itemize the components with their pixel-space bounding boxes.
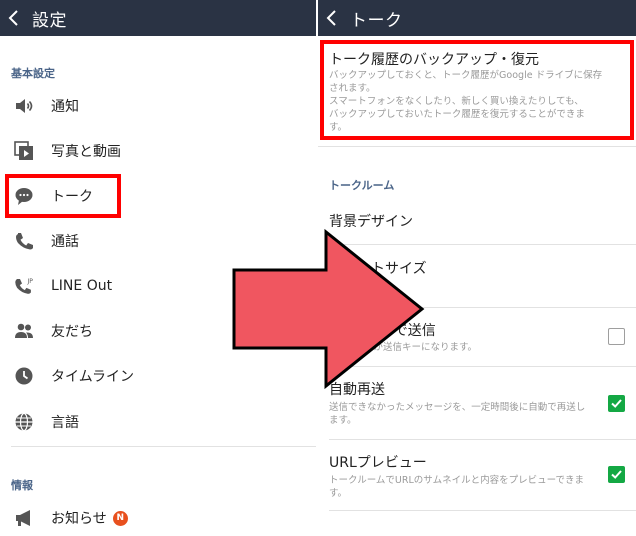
phone-out-icon: JP — [13, 275, 35, 297]
auto-resend-checkbox[interactable] — [608, 395, 625, 412]
section-divider — [318, 146, 636, 147]
enter-to-send-checkbox[interactable] — [608, 328, 625, 345]
section-divider — [11, 446, 316, 447]
section-header-info: 情報 — [11, 479, 33, 492]
menu-item-language[interactable]: 言語 — [0, 400, 316, 444]
settings-header: 設定 — [0, 0, 316, 36]
url-preview-checkbox[interactable] — [608, 466, 625, 483]
globe-icon — [13, 411, 35, 433]
menu-item-label: 通知 — [51, 99, 79, 115]
menu-item-announcements[interactable]: お知らせ N — [0, 496, 316, 536]
speaker-icon — [13, 95, 35, 117]
menu-item-label: 友だち — [51, 324, 93, 340]
setting-backup-restore[interactable]: トーク履歴のバックアップ・復元 バックアップしておくと、トーク履歴がGoogle… — [318, 36, 636, 146]
menu-item-talk[interactable]: トーク — [0, 174, 316, 218]
menu-item-label: 通話 — [51, 234, 79, 250]
row-divider — [329, 510, 636, 511]
back-arrow-icon — [8, 10, 18, 26]
section-header-talkroom: トークルーム — [329, 179, 395, 192]
section-header-basic: 基本設定 — [11, 67, 55, 80]
setting-description: バックアップしておくと、トーク履歴がGoogle ドライブに保存 されます。 ス… — [329, 70, 603, 133]
checkmark-icon — [611, 399, 622, 408]
setting-description: トークルームでURLのサムネイルと内容をプレビューできます。 — [329, 475, 585, 499]
menu-item-notifications[interactable]: 通知 — [0, 84, 316, 128]
menu-item-label: LINE Out — [51, 278, 113, 294]
menu-item-label: お知らせ N — [51, 508, 128, 528]
back-arrow-icon — [326, 10, 336, 26]
menu-item-photos-videos[interactable]: 写真と動画 — [0, 129, 316, 173]
talk-settings-title: トーク — [350, 10, 403, 31]
arrow-right-icon — [232, 228, 425, 390]
back-button[interactable] — [0, 9, 28, 27]
settings-title: 設定 — [32, 10, 67, 31]
setting-url-preview[interactable]: URLプレビュー トークルームでURLのサムネイルと内容をプレビューできます。 — [318, 440, 636, 510]
menu-item-label: タイムライン — [51, 369, 135, 385]
setting-title: トーク履歴のバックアップ・復元 — [329, 52, 539, 68]
checkmark-icon — [611, 470, 622, 479]
setting-title: URLプレビュー — [329, 455, 427, 471]
clock-icon — [13, 365, 35, 387]
media-icon — [13, 140, 35, 162]
menu-item-label: 写真と動画 — [51, 144, 121, 160]
back-button[interactable] — [318, 9, 346, 27]
talk-settings-header: トーク — [318, 0, 636, 36]
setting-description: 送信できなかったメッセージを、一定時間後に自動で再送します。 — [329, 402, 586, 426]
megaphone-icon — [13, 507, 35, 529]
new-badge: N — [112, 510, 128, 526]
svg-text:JP: JP — [27, 278, 34, 285]
phone-icon — [13, 230, 35, 252]
people-icon — [13, 320, 35, 342]
chat-bubble-icon — [13, 185, 35, 207]
menu-item-label: 言語 — [51, 415, 79, 431]
menu-item-label: トーク — [51, 189, 93, 205]
